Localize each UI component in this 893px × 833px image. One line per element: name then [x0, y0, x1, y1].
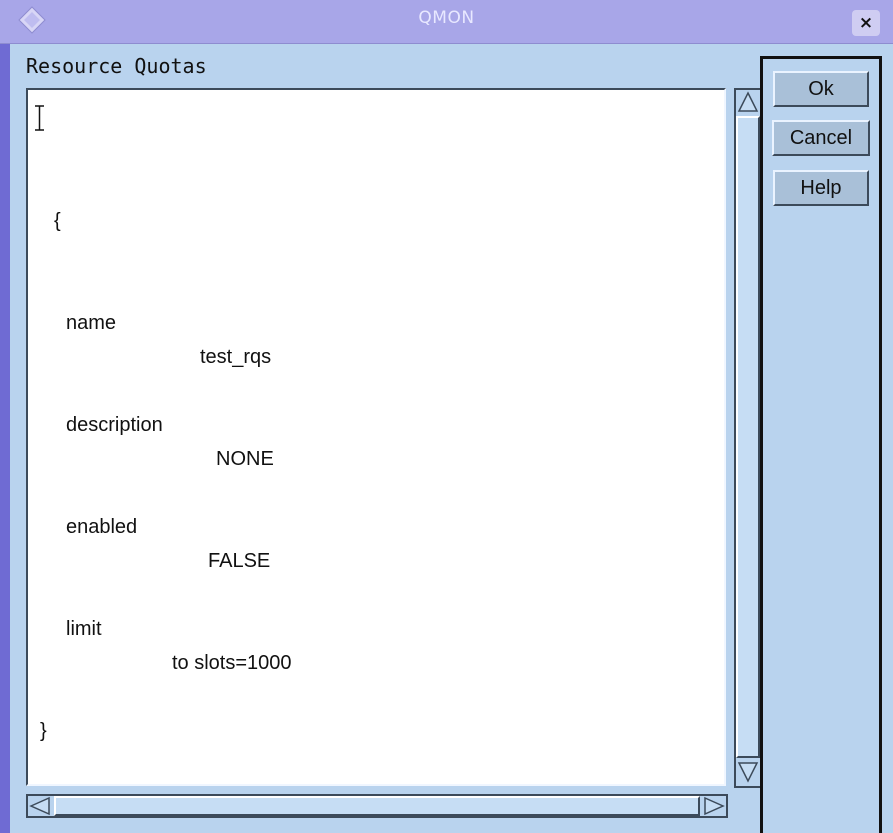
cancel-button[interactable]: Cancel: [772, 120, 870, 156]
field-value-limit: to slots=1000: [172, 652, 292, 674]
editor-content: { name test_rqs description NONE enabled…: [38, 102, 292, 782]
field-key-name: name: [66, 312, 117, 334]
field-key-enabled: enabled: [66, 516, 138, 538]
code-line-open: {: [38, 170, 82, 232]
title-bar[interactable]: QMON ×: [0, 0, 893, 44]
field-value-name: test_rqs: [200, 346, 272, 368]
vertical-scroll-thumb[interactable]: [736, 116, 760, 758]
vertical-scrollbar[interactable]: [734, 88, 762, 788]
code-line-enabled: enabled FALSE: [38, 476, 270, 572]
horizontal-scroll-thumb[interactable]: [54, 796, 700, 816]
field-value-enabled: FALSE: [208, 550, 271, 572]
window-left-edge: [0, 44, 10, 833]
ok-button[interactable]: Ok: [773, 71, 869, 107]
help-button[interactable]: Help: [773, 170, 869, 206]
scroll-down-arrow-icon[interactable]: [736, 760, 760, 784]
horizontal-scrollbar[interactable]: [26, 794, 728, 818]
code-line-close: }: [38, 680, 82, 742]
scroll-right-arrow-icon[interactable]: [702, 796, 726, 816]
code-line-description: description NONE: [38, 374, 274, 470]
close-button[interactable]: ×: [852, 10, 880, 36]
field-value-description: NONE: [216, 448, 274, 470]
close-icon: ×: [858, 13, 874, 33]
close-brace: }: [40, 720, 47, 742]
field-key-limit: limit: [66, 618, 102, 640]
field-key-description: description: [66, 414, 163, 436]
scroll-up-arrow-icon[interactable]: [736, 90, 760, 114]
window-title: QMON: [418, 8, 475, 28]
scroll-left-arrow-icon[interactable]: [28, 796, 52, 816]
resource-quotas-label: Resource Quotas: [26, 54, 207, 78]
open-brace: {: [54, 210, 61, 232]
qmon-window: QMON × Resource Quotas { name test_rqs d…: [0, 0, 893, 833]
resource-quota-text-editor[interactable]: { name test_rqs description NONE enabled…: [26, 88, 726, 786]
code-line-name: name test_rqs: [38, 272, 271, 368]
code-line-limit: limit to slots=1000: [38, 578, 292, 674]
button-panel: Ok Cancel Help: [760, 56, 882, 833]
